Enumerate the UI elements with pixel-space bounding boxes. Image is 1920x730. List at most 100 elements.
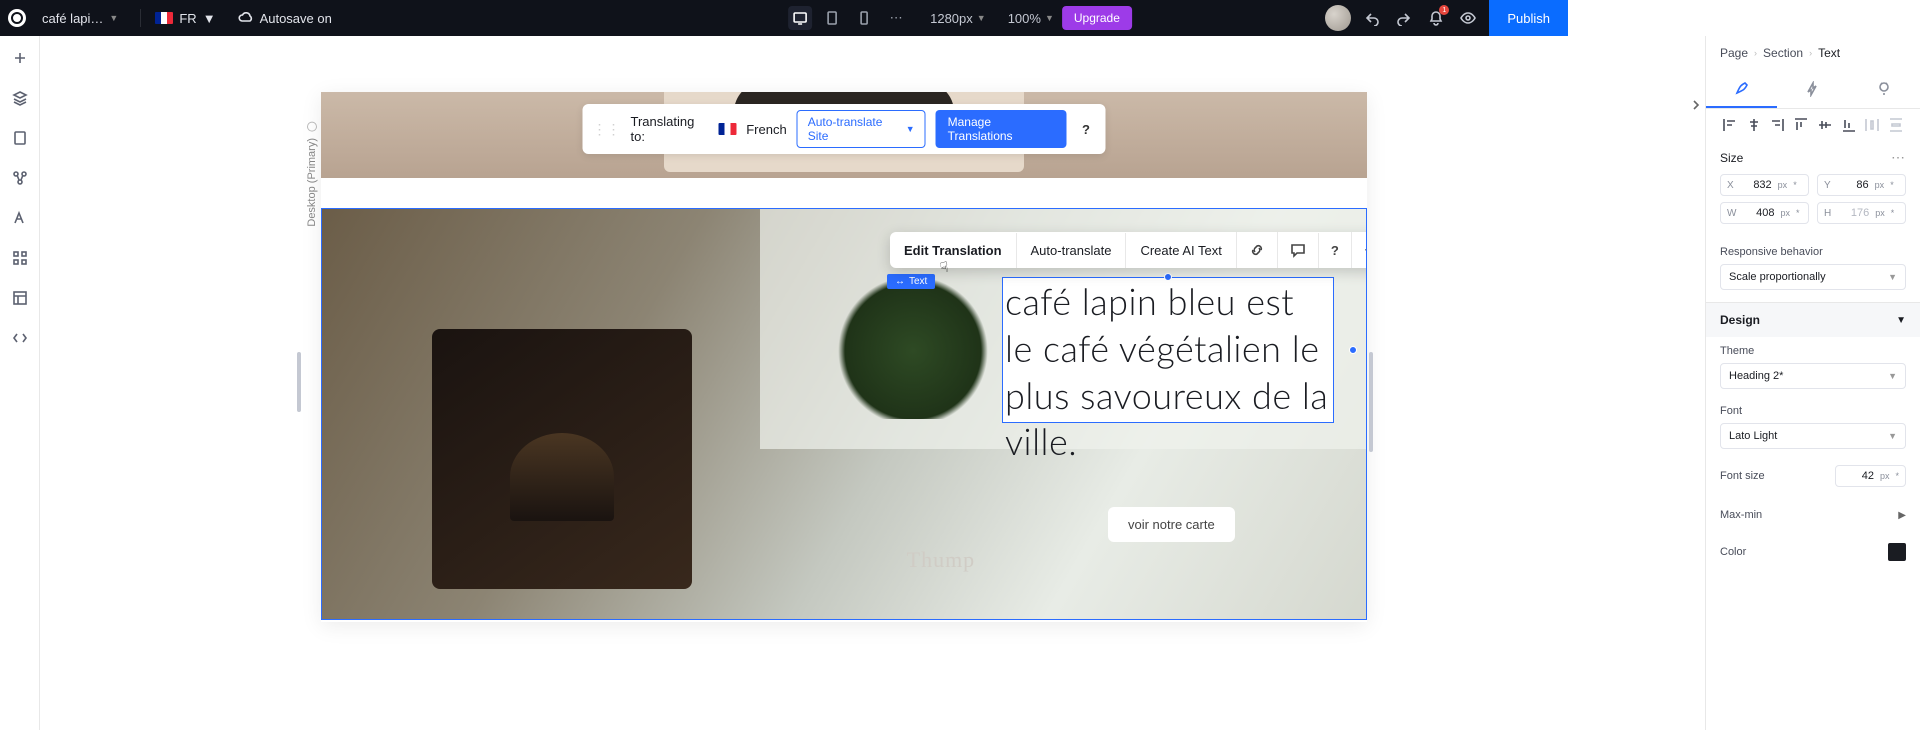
upgrade-button[interactable]: Upgrade (1062, 6, 1132, 30)
language-switcher[interactable]: FR ▼ (155, 11, 215, 26)
help-icon[interactable]: ? (1076, 119, 1095, 139)
code-icon[interactable] (10, 328, 30, 348)
preview-button[interactable] (1457, 7, 1479, 29)
help-icon[interactable]: ? (1318, 233, 1351, 268)
auto-translate-site-button[interactable]: Auto-translate Site▼ (797, 110, 926, 148)
translation-bar: ⋮⋮ Translating to: French Auto-translate… (583, 104, 1106, 154)
tab-design[interactable] (1706, 70, 1777, 108)
app-logo[interactable] (8, 9, 26, 27)
notification-badge: 1 (1439, 5, 1449, 15)
resize-handle-top[interactable] (1164, 273, 1172, 281)
hero-section[interactable]: Thump Edit Translation Auto-translate Cr… (321, 208, 1367, 620)
align-controls (1720, 117, 1906, 133)
color-label: Color (1720, 546, 1746, 558)
device-more-button[interactable]: ⋯ (884, 6, 908, 30)
scrollbar[interactable] (1369, 352, 1373, 452)
tab-interactions[interactable] (1777, 70, 1848, 108)
manage-translations-button[interactable]: Manage Translations (936, 110, 1067, 148)
selected-text-element[interactable]: ↔ Text café lapin bleu est le café végét… (1002, 277, 1334, 423)
translate-lang: French (746, 122, 786, 137)
edit-translation-button[interactable]: Edit Translation (890, 233, 1016, 268)
cms-icon[interactable] (10, 288, 30, 308)
crumb-page[interactable]: Page (1720, 46, 1748, 60)
device-desktop-button[interactable] (788, 6, 812, 30)
more-icon[interactable]: ⋯ (1351, 232, 1367, 268)
drag-handle-icon[interactable]: ⋮⋮ (593, 121, 621, 138)
left-tool-rail (0, 36, 40, 730)
theme-select[interactable]: Heading 2*▼ (1720, 363, 1906, 389)
h-input[interactable] (1837, 207, 1869, 219)
cta-button[interactable]: voir notre carte (1108, 507, 1235, 542)
context-toolbar: Edit Translation Auto-translate Create A… (890, 232, 1367, 268)
add-element-icon[interactable] (10, 48, 30, 68)
align-left-icon[interactable] (1720, 117, 1740, 133)
comment-icon[interactable] (1277, 232, 1318, 268)
x-field[interactable]: Xpx* (1720, 174, 1809, 196)
auto-translate-button[interactable]: Auto-translate (1016, 233, 1126, 268)
tab-inspect[interactable] (1849, 70, 1920, 108)
redo-button[interactable] (1393, 7, 1415, 29)
viewport-width[interactable]: 1280px▼ (930, 11, 986, 26)
fontsize-input[interactable] (1842, 470, 1874, 482)
undo-button[interactable] (1361, 7, 1383, 29)
create-ai-text-button[interactable]: Create AI Text (1125, 233, 1235, 268)
hero-heading-text[interactable]: café lapin bleu est le café végétalien l… (1003, 278, 1333, 465)
color-swatch[interactable] (1888, 543, 1906, 561)
lang-code: FR (179, 11, 196, 26)
align-v-center-icon[interactable] (1815, 117, 1835, 133)
distribute-h-icon[interactable] (1863, 117, 1883, 133)
apps-grid-icon[interactable] (10, 248, 30, 268)
h-field[interactable]: Hpx* (1817, 202, 1906, 224)
canvas[interactable]: Desktop (Primary) ⋮⋮ Translating to: Fre… (40, 36, 1705, 730)
font-select[interactable]: Lato Light▼ (1720, 423, 1906, 449)
align-top-icon[interactable] (1791, 117, 1811, 133)
page-switcher[interactable]: café lapi… ▼ (34, 11, 126, 26)
link-icon[interactable] (1236, 232, 1277, 268)
autosave-label: Autosave on (260, 11, 332, 26)
user-avatar[interactable] (1325, 5, 1351, 31)
align-right-icon[interactable] (1768, 117, 1788, 133)
resize-handle-right[interactable] (1349, 346, 1357, 354)
layers-icon[interactable] (10, 88, 30, 108)
pages-icon[interactable] (10, 128, 30, 148)
page-name: café lapi… (42, 11, 103, 26)
zoom-level[interactable]: 100%▼ (1008, 11, 1054, 26)
theme-label: Theme (1720, 345, 1906, 357)
crumb-section[interactable]: Section (1763, 46, 1803, 60)
connections-icon[interactable] (10, 168, 30, 188)
fonts-icon[interactable] (10, 208, 30, 228)
responsive-select[interactable]: Scale proportionally▼ (1720, 264, 1906, 290)
design-section-toggle[interactable]: Design ▼ (1706, 303, 1920, 337)
publish-button[interactable]: Publish (1489, 0, 1568, 36)
crumb-text[interactable]: Text (1818, 46, 1840, 60)
align-h-center-icon[interactable] (1744, 117, 1764, 133)
w-input[interactable] (1742, 207, 1774, 219)
ruler-handle-left[interactable] (297, 352, 301, 412)
selection-type-tag: ↔ Text (887, 274, 935, 289)
y-input[interactable] (1837, 179, 1869, 191)
fontsize-field[interactable]: px* (1835, 465, 1906, 487)
flag-fr-icon (155, 12, 173, 24)
collapse-panel-button[interactable] (1686, 94, 1705, 116)
w-field[interactable]: Wpx* (1720, 202, 1809, 224)
device-mobile-button[interactable] (852, 6, 876, 30)
viewport-value: 1280px (930, 11, 973, 26)
y-field[interactable]: Ypx* (1817, 174, 1906, 196)
top-bar: café lapi… ▼ FR ▼ Autosave on ⋯ 1280px▼ … (0, 0, 1568, 36)
align-bottom-icon[interactable] (1839, 117, 1859, 133)
distribute-v-icon[interactable] (1886, 117, 1906, 133)
chevron-right-icon[interactable]: ▶ (1898, 510, 1906, 521)
page-frame[interactable]: ⋮⋮ Translating to: French Auto-translate… (321, 92, 1367, 622)
chevron-down-icon: ▼ (109, 13, 118, 23)
breadcrumb: Page › Section › Text (1706, 36, 1920, 70)
cafe-brand-text: Thump (907, 547, 976, 573)
device-tablet-button[interactable] (820, 6, 844, 30)
chevron-down-icon: ▼ (1896, 315, 1906, 326)
notifications-button[interactable]: 1 (1425, 7, 1447, 29)
size-more-icon[interactable]: ⋯ (1891, 149, 1906, 166)
maxmin-label: Max-min (1720, 509, 1762, 521)
breakpoint-indicator-icon (307, 122, 317, 132)
x-input[interactable] (1740, 179, 1772, 191)
breakpoint-label: Desktop (Primary) (306, 122, 318, 227)
fontsize-label: Font size (1720, 470, 1765, 482)
